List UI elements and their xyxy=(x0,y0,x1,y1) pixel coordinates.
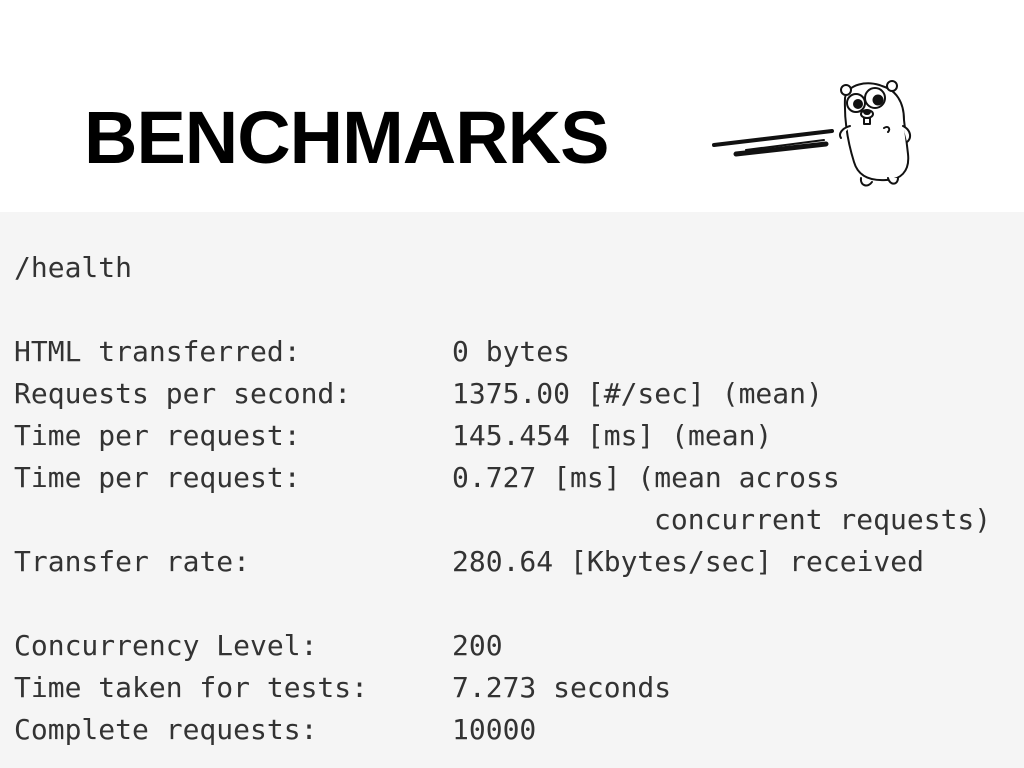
metric-value: 10000 xyxy=(452,713,537,746)
metric-label: HTML transferred: xyxy=(14,335,301,368)
metric-continuation: concurrent requests) xyxy=(14,504,991,536)
metric-label: Requests per second: xyxy=(14,377,352,410)
gopher-icon xyxy=(839,80,912,187)
metric-label: Time per request: xyxy=(14,419,301,452)
benchmark-output-panel: /health HTML transferred: 0 bytes Request… xyxy=(0,212,1024,768)
metric-row: Concurrency Level: 200 xyxy=(14,630,503,662)
metric-label: Concurrency Level: xyxy=(14,629,318,662)
metric-row: Complete requests: 10000 xyxy=(14,714,536,746)
metric-value: 7.273 seconds xyxy=(452,671,672,704)
metric-label: Time per request: xyxy=(14,461,301,494)
metric-row: Transfer rate: 280.64 [Kbytes/sec] receiv… xyxy=(14,546,924,578)
metric-value-continuation: concurrent requests) xyxy=(654,503,992,536)
metric-value: 200 xyxy=(452,629,503,662)
metric-value: 0 bytes xyxy=(452,335,571,368)
slide-title: BENCHMARKS xyxy=(84,96,609,179)
metric-label: Transfer rate: xyxy=(14,545,251,578)
metric-value: 280.64 [Kbytes/sec] received xyxy=(452,545,925,578)
gopher-illustration xyxy=(712,80,912,187)
metric-label: Time taken for tests: xyxy=(14,671,369,704)
metric-row: HTML transferred: 0 bytes xyxy=(14,336,570,368)
endpoint-path: /health xyxy=(14,251,133,284)
metric-value: 1375.00 [#/sec] (mean) xyxy=(452,377,823,410)
metric-row: Time per request: 145.454 [ms] (mean) xyxy=(14,420,772,452)
metric-row: Time per request: 0.727 [ms] (mean across xyxy=(14,462,840,494)
metric-row: Requests per second: 1375.00 [#/sec] (mea… xyxy=(14,378,823,410)
metric-row: Time taken for tests: 7.273 seconds xyxy=(14,672,671,704)
metric-label: Complete requests: xyxy=(14,713,318,746)
slide: BENCHMARKS /health HTML transferred: 0 b… xyxy=(0,0,1024,768)
metric-value: 145.454 [ms] (mean) xyxy=(452,419,773,452)
metric-value: 0.727 [ms] (mean across xyxy=(452,461,840,494)
speed-lines xyxy=(712,129,834,157)
